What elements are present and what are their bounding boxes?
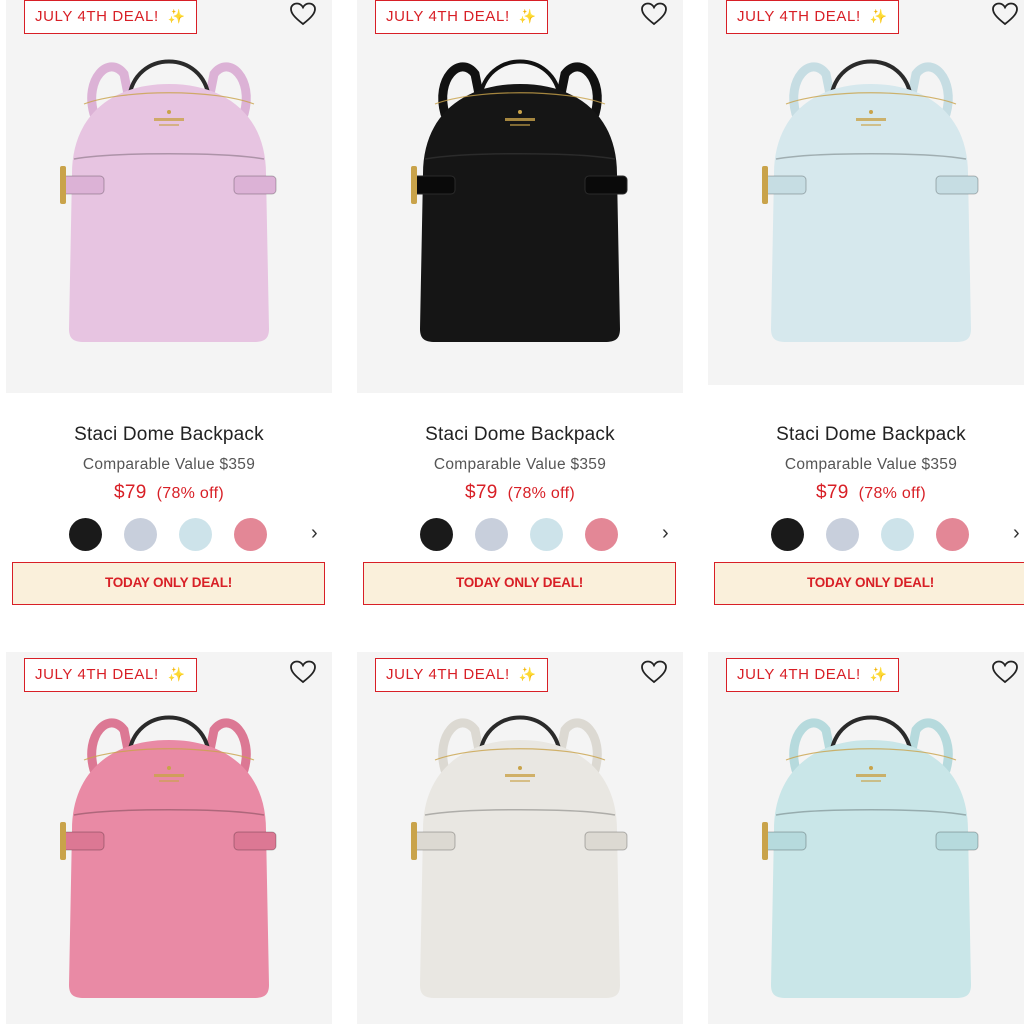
deal-badge: JULY 4TH DEAL! ✨ [375,0,548,34]
backpack-image [756,700,986,1000]
deal-badge-label: JULY 4TH DEAL! [737,8,866,25]
wishlist-heart-icon[interactable] [290,660,316,684]
deal-badge-label: JULY 4TH DEAL! [386,666,515,683]
backpack-image [405,700,635,1000]
sparkles-icon: ✨ [869,666,888,682]
product-image[interactable] [6,652,332,1024]
deal-badge-label: JULY 4TH DEAL! [35,666,164,683]
deal-badge-label: JULY 4TH DEAL! [737,666,866,683]
product-image[interactable] [357,652,683,1024]
product-card[interactable]: JULY 4TH DEAL! ✨ [6,0,332,1024]
wishlist-heart-icon[interactable] [641,660,667,684]
deal-badge: JULY 4TH DEAL! ✨ [375,658,548,692]
wishlist-heart-icon[interactable] [641,2,667,26]
wishlist-heart-icon[interactable] [992,2,1018,26]
deal-badge-label: JULY 4TH DEAL! [386,8,515,25]
deal-badge-label: JULY 4TH DEAL! [35,8,164,25]
sparkles-icon: ✨ [518,666,537,682]
deal-badge: JULY 4TH DEAL! ✨ [726,658,899,692]
deal-badge: JULY 4TH DEAL! ✨ [24,658,197,692]
sparkles-icon: ✨ [869,8,888,24]
sparkles-icon: ✨ [518,8,537,24]
wishlist-heart-icon[interactable] [992,660,1018,684]
product-card[interactable]: JULY 4TH DEAL! ✨ [357,0,683,1024]
product-image[interactable] [708,652,1024,1024]
sparkles-icon: ✨ [167,666,186,682]
deal-badge: JULY 4TH DEAL! ✨ [726,0,899,34]
product-grid: JULY 4TH DEAL! ✨ Staci Dome Backpack Compa… [0,0,1024,1024]
backpack-image [54,700,284,1000]
deal-badge: JULY 4TH DEAL! ✨ [24,0,197,34]
product-card[interactable]: JULY 4TH DEAL! ✨ [708,0,1024,1024]
sparkles-icon: ✨ [167,8,186,24]
wishlist-heart-icon[interactable] [290,2,316,26]
